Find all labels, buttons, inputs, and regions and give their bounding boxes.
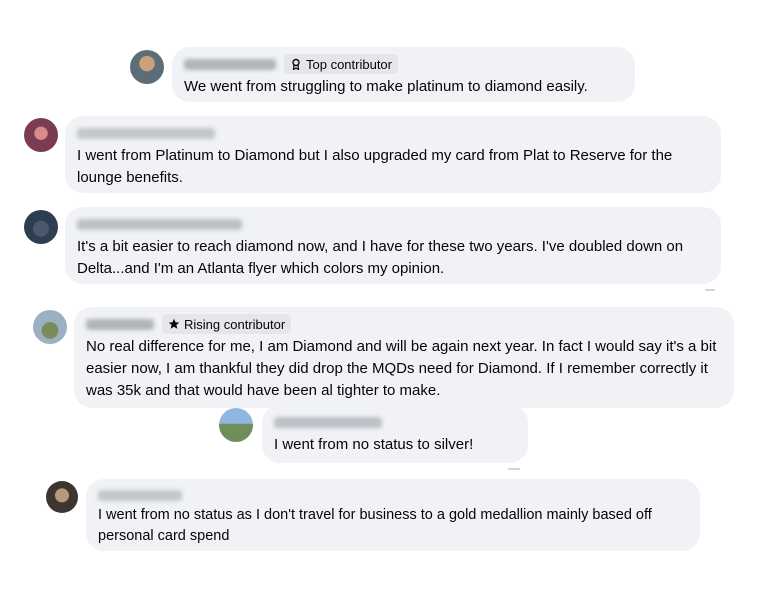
- comment-bubble: I went from no status as I don't travel …: [86, 479, 700, 551]
- avatar[interactable]: [24, 118, 58, 152]
- star-icon: [168, 318, 180, 329]
- commenter-name[interactable]: [86, 318, 154, 330]
- commenter-name[interactable]: [98, 489, 182, 501]
- comment-bubble: It's a bit easier to reach diamond now, …: [65, 207, 721, 284]
- comment-bubble: I went from no status to silver!: [262, 405, 528, 463]
- avatar[interactable]: [219, 408, 253, 442]
- commenter-name[interactable]: [184, 58, 276, 70]
- avatar[interactable]: [33, 310, 67, 344]
- comment-text: I went from no status as I don't travel …: [98, 507, 652, 544]
- rising-contributor-badge: Rising contributor: [162, 314, 292, 334]
- commenter-name[interactable]: [274, 416, 382, 428]
- commenter-name[interactable]: [77, 127, 215, 139]
- avatar[interactable]: [46, 481, 78, 513]
- divider: [508, 468, 520, 470]
- top-contributor-badge: Top contributor: [284, 54, 398, 74]
- comment-text: We went from struggling to make platinum…: [184, 78, 588, 95]
- comment-text: No real difference for me, I am Diamond …: [86, 338, 717, 399]
- ribbon-icon: [292, 58, 300, 70]
- badge-label: Rising contributor: [184, 316, 286, 332]
- comment-bubble: I went from Platinum to Diamond but I al…: [65, 116, 721, 193]
- avatar[interactable]: [130, 50, 164, 84]
- comment-bubble: Top contributor We went from struggling …: [172, 47, 635, 102]
- commenter-name[interactable]: [77, 218, 242, 230]
- comment-text: I went from Platinum to Diamond but I al…: [77, 147, 673, 186]
- comment-text: It's a bit easier to reach diamond now, …: [77, 238, 684, 277]
- badge-label: Top contributor: [306, 56, 392, 72]
- comment-bubble: Rising contributor No real difference fo…: [74, 307, 734, 408]
- divider: [705, 289, 715, 291]
- avatar[interactable]: [24, 210, 58, 244]
- comment-text: I went from no status to silver!: [274, 436, 474, 453]
